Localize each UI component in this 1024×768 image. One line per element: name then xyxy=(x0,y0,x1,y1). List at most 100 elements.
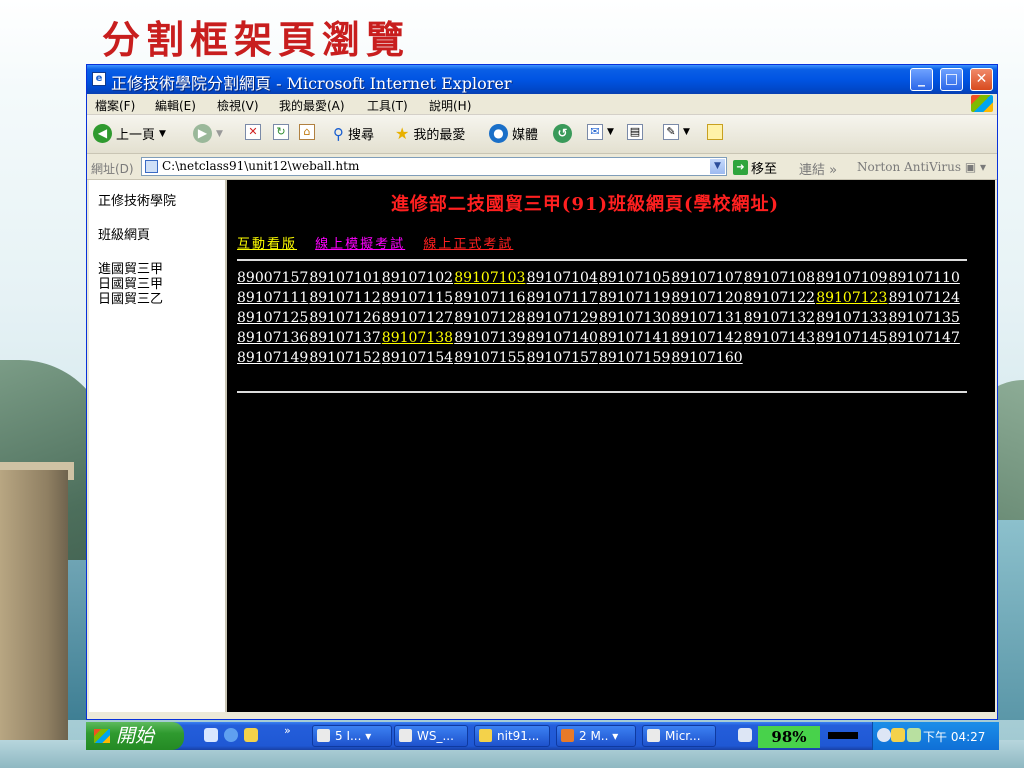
network-icon[interactable] xyxy=(907,728,921,742)
maximize-button[interactable]: □ xyxy=(940,68,963,91)
print-button[interactable]: ▤ xyxy=(627,124,643,140)
student-id-link[interactable]: 89107127 xyxy=(382,308,453,328)
go-button[interactable]: ➜ 移至 xyxy=(733,158,777,177)
mail-button[interactable]: ✉ ▼ xyxy=(587,124,614,140)
student-id-link[interactable]: 89107155 xyxy=(454,348,525,368)
student-id-link[interactable]: 89107123 xyxy=(816,288,887,308)
edit-button[interactable]: ✎ ▼ xyxy=(663,124,690,140)
quicklaunch-more-icon[interactable]: » xyxy=(284,724,291,737)
student-id-link[interactable]: 89107133 xyxy=(816,308,887,328)
student-id-link[interactable]: 89107120 xyxy=(671,288,742,308)
nav-link-school[interactable]: 正修技術學院 xyxy=(98,194,176,209)
minimize-button[interactable]: _ xyxy=(910,68,933,91)
keyboard-icon[interactable] xyxy=(738,728,752,742)
tray-app-icon[interactable] xyxy=(891,728,905,742)
student-id-link[interactable]: 89107142 xyxy=(671,328,742,348)
student-id-link[interactable]: 89107136 xyxy=(237,328,308,348)
student-id-link[interactable]: 89107102 xyxy=(382,268,453,288)
messenger-button[interactable] xyxy=(707,124,723,140)
student-id-link[interactable]: 89107139 xyxy=(454,328,525,348)
refresh-button[interactable]: ↻ xyxy=(273,124,289,140)
student-id-link[interactable]: 89107119 xyxy=(599,288,670,308)
back-button[interactable]: ◀ 上一頁 ▼ xyxy=(93,124,166,143)
interactive-board-link[interactable]: 互動看版 xyxy=(237,237,297,252)
student-id-link[interactable]: 89107122 xyxy=(744,288,815,308)
nav-link-class-page[interactable]: 班級網頁 xyxy=(98,228,150,243)
student-id-link[interactable]: 89107130 xyxy=(599,308,670,328)
title-bar[interactable]: e 正修技術學院分割網頁 - Microsoft Internet Explor… xyxy=(87,65,997,94)
student-id-link[interactable]: 89107125 xyxy=(237,308,308,328)
student-id-link[interactable]: 89107152 xyxy=(309,348,380,368)
tray-expand-icon[interactable] xyxy=(877,728,891,742)
student-id-link[interactable]: 89107105 xyxy=(599,268,670,288)
student-id-link[interactable]: 89107145 xyxy=(816,328,887,348)
student-id-link[interactable]: 89107107 xyxy=(671,268,742,288)
nav-link-class-day-b[interactable]: 日國貿三乙 xyxy=(98,292,163,307)
quicklaunch-desktop-icon[interactable] xyxy=(204,728,218,742)
formal-exam-link[interactable]: 線上正式考試 xyxy=(423,237,513,252)
student-id-link[interactable]: 89107137 xyxy=(309,328,380,348)
menu-help[interactable]: 說明(H) xyxy=(429,97,471,114)
menu-tools[interactable]: 工具(T) xyxy=(367,97,408,114)
nav-link-class-day-a[interactable]: 日國貿三甲 xyxy=(98,277,163,292)
student-id-link[interactable]: 89107132 xyxy=(744,308,815,328)
student-id-link[interactable]: 89107109 xyxy=(816,268,887,288)
stop-button[interactable]: ✕ xyxy=(245,124,261,140)
student-id-link[interactable]: 89107104 xyxy=(527,268,598,288)
student-id-link[interactable]: 89107140 xyxy=(527,328,598,348)
clock[interactable]: 下午 04:27 xyxy=(923,728,985,745)
student-id-link[interactable]: 89107143 xyxy=(744,328,815,348)
menu-view[interactable]: 檢視(V) xyxy=(217,97,259,114)
history-button[interactable]: ↺ xyxy=(553,124,572,143)
links-button[interactable]: 連結 » xyxy=(799,159,837,178)
menu-edit[interactable]: 編輯(E) xyxy=(155,97,196,114)
address-dropdown-icon[interactable]: ▼ xyxy=(710,159,725,174)
student-id-link[interactable]: 89107116 xyxy=(454,288,525,308)
favorites-button[interactable]: ★ 我的最愛 xyxy=(395,124,465,143)
student-id-link[interactable]: 89107138 xyxy=(382,328,453,348)
student-id-link[interactable]: 89107103 xyxy=(454,268,525,288)
close-button[interactable]: ✕ xyxy=(970,68,993,91)
student-id-link[interactable]: 89107131 xyxy=(671,308,742,328)
student-id-link[interactable]: 89107112 xyxy=(309,288,380,308)
student-id-link[interactable]: 89107129 xyxy=(527,308,598,328)
forward-dropdown-icon[interactable]: ▼ xyxy=(216,129,223,139)
menu-file[interactable]: 檔案(F) xyxy=(95,97,135,114)
address-input[interactable]: C:\netclass91\unit12\weball.htm ▼ xyxy=(141,157,727,176)
mock-exam-link[interactable]: 線上模擬考試 xyxy=(315,237,405,252)
student-id-link[interactable]: 89107159 xyxy=(599,348,670,368)
start-button[interactable]: 開始 xyxy=(86,722,184,750)
nav-link-class-evening[interactable]: 進國貿三甲 xyxy=(98,262,163,277)
student-id-link[interactable]: 89007157 xyxy=(237,268,308,288)
edit-dropdown-icon[interactable]: ▼ xyxy=(683,127,690,137)
back-dropdown-icon[interactable]: ▼ xyxy=(159,129,166,139)
task-ie-group[interactable]: 5 I... ▾ xyxy=(312,725,392,747)
student-id-link[interactable]: 89107128 xyxy=(454,308,525,328)
norton-antivirus-button[interactable]: Norton AntiVirus ▣ ▾ xyxy=(857,160,986,174)
quicklaunch-app-icon[interactable] xyxy=(244,728,258,742)
search-button[interactable]: ⚲ 搜尋 xyxy=(333,124,374,144)
student-id-link[interactable]: 89107111 xyxy=(237,288,308,308)
task-folder[interactable]: nit91... xyxy=(474,725,550,747)
home-button[interactable]: ⌂ xyxy=(299,124,315,140)
student-id-link[interactable]: 89107108 xyxy=(744,268,815,288)
student-id-link[interactable]: 89107160 xyxy=(671,348,742,368)
student-id-link[interactable]: 89107135 xyxy=(889,308,960,328)
task-ws-ftp[interactable]: WS_... xyxy=(394,725,468,747)
student-id-link[interactable]: 89107157 xyxy=(527,348,598,368)
student-id-link[interactable]: 89107126 xyxy=(309,308,380,328)
media-button[interactable]: ● 媒體 xyxy=(489,124,538,143)
battery-indicator[interactable]: 98% xyxy=(758,726,820,748)
menu-favorites[interactable]: 我的最愛(A) xyxy=(279,97,345,114)
mail-dropdown-icon[interactable]: ▼ xyxy=(607,127,614,137)
student-id-link[interactable]: 89107124 xyxy=(889,288,960,308)
student-id-link[interactable]: 89107154 xyxy=(382,348,453,368)
student-id-link[interactable]: 89107115 xyxy=(382,288,453,308)
student-id-link[interactable]: 89107110 xyxy=(889,268,960,288)
student-id-link[interactable]: 89107101 xyxy=(309,268,380,288)
student-id-link[interactable]: 89107117 xyxy=(527,288,598,308)
quicklaunch-ie-icon[interactable] xyxy=(224,728,238,742)
student-id-link[interactable]: 89107141 xyxy=(599,328,670,348)
task-microsoft[interactable]: Micr... xyxy=(642,725,716,747)
student-id-link[interactable]: 89107149 xyxy=(237,348,308,368)
